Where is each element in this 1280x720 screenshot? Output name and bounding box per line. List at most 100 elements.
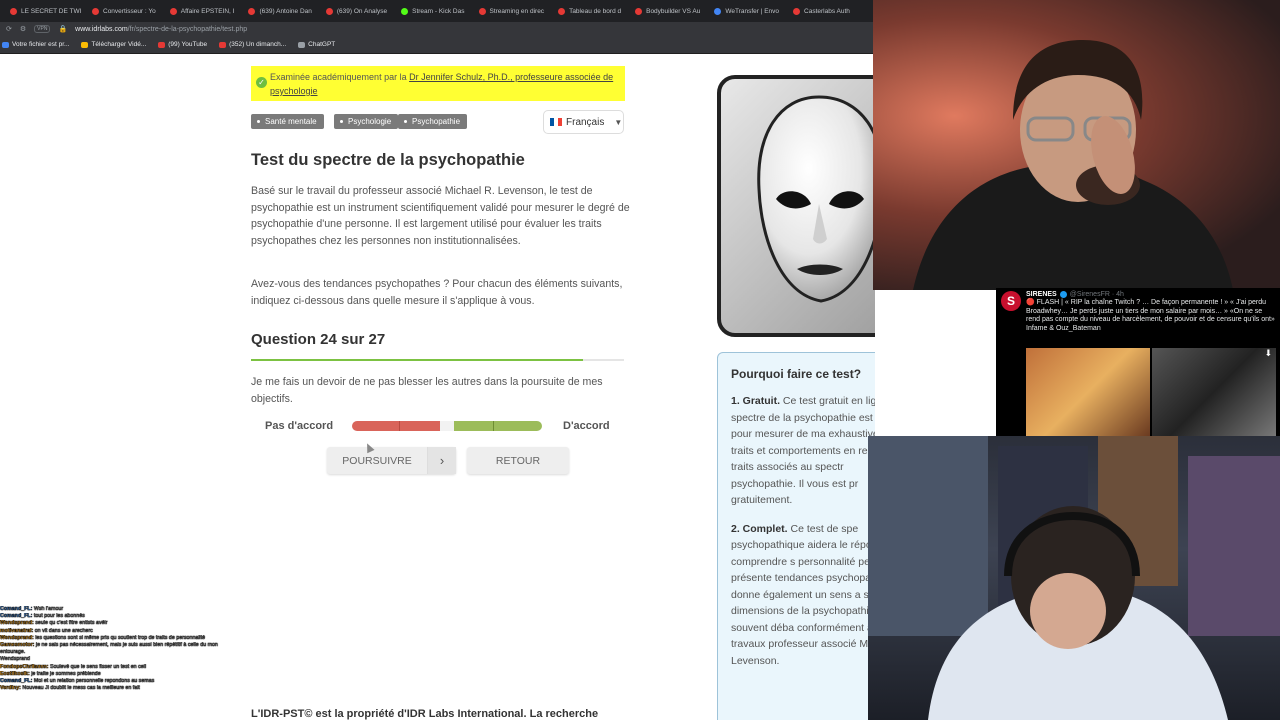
browser-tab[interactable]: WeTransfer | Envo (708, 2, 785, 20)
streamer-silhouette (913, 40, 1233, 290)
likert-scale[interactable] (352, 421, 542, 431)
tag-psychologie[interactable]: Psychologie (334, 114, 399, 129)
favicon-icon (558, 7, 566, 15)
webcam-bottom (868, 436, 1280, 720)
favicon-icon (10, 7, 17, 15)
bookmark-item[interactable]: (352) Un dimanch... (219, 41, 286, 48)
browser-tab[interactable]: Casterlabs Auth (787, 2, 856, 20)
favicon-icon (793, 7, 801, 15)
language-select[interactable]: Français ▼ (543, 110, 624, 134)
browser-tab[interactable]: Bodybuilder VS Au (629, 2, 706, 20)
url-text[interactable]: www.idrlabs.com/fr/spectre-de-la-psychop… (75, 26, 247, 33)
chat-message: entourage. (0, 649, 250, 656)
chat-text: Wendsprand (0, 656, 30, 663)
chat-text: je traite je sommes prébiende (29, 670, 101, 677)
favicon-icon (248, 7, 256, 15)
tag-sante-mentale[interactable]: Santé mentale (251, 114, 324, 129)
bookmark-label: Télécharger Vidé... (91, 41, 147, 48)
browser-tab-label: Bodybuilder VS Au (646, 7, 701, 15)
likert-option-1[interactable] (352, 421, 399, 431)
bookmarks-bar: Votre fichier est pr... Télécharger Vidé.… (0, 36, 875, 54)
chat-text: Wsh l'amour (32, 606, 64, 612)
bookmark-item[interactable]: (99) YouTube (158, 41, 207, 48)
chevron-right-icon: › (427, 447, 456, 474)
tag-psychopathie[interactable]: Psychopathie (398, 114, 468, 129)
favicon-icon (478, 7, 486, 15)
likert-option-2[interactable] (400, 421, 440, 431)
bookmark-item[interactable]: ChatGPT (298, 41, 335, 48)
browser-tab[interactable]: Affaire EPSTEIN, I (164, 2, 241, 20)
progress-bar (251, 359, 624, 361)
browser-tab[interactable]: Stream - Kick Das (395, 2, 470, 20)
favicon-icon (325, 7, 333, 15)
browser-tab-label: Affaire EPSTEIN, I (180, 7, 235, 15)
browser-tab-label: Tableau de bord d (569, 7, 622, 15)
browser-tab-label: (639) Antoine Dan (259, 7, 312, 15)
site-info-icon[interactable]: ⚙ (20, 25, 26, 33)
question-counter: Question 24 sur 27 (251, 331, 386, 348)
browser-tab[interactable]: LE SECRET DE TWI (4, 2, 84, 20)
browser-tab[interactable]: Streaming en direc (473, 2, 551, 20)
continue-label: POURSUIVRE (342, 454, 412, 467)
bookmark-item[interactable]: Votre fichier est pr... (2, 41, 69, 48)
screen: LE SECRET DE TWI Convertisseur : Yo Affair… (0, 0, 1280, 720)
chat-username: Verdiny: (0, 685, 21, 692)
chat-username: Wendsprand: (0, 634, 34, 641)
tweet-avatar: S (1001, 291, 1021, 311)
chat-text: Nouveau Ji doublit le mess cas la meille… (20, 685, 140, 692)
chat-text: on vit dans une arecherc (33, 627, 93, 634)
mask-icon (757, 95, 875, 303)
bookmark-icon (81, 41, 89, 48)
france-flag-icon (550, 118, 562, 126)
language-value: Français (566, 116, 605, 128)
chat-username: motivanatral: (0, 627, 34, 634)
url-path: /fr/spectre-de-la-psychopathie/test.php (127, 25, 248, 33)
chat-username: Comand_FL: (0, 678, 33, 685)
favicon-icon (401, 7, 409, 15)
why-item-complete-text: Ce test de spe psychopathique aidera le … (731, 522, 875, 667)
bookmark-item[interactable]: Télécharger Vidé... (81, 41, 146, 48)
scale-label-agree: D'accord (563, 420, 610, 432)
webcam-top (873, 0, 1280, 290)
chat-text: seule qu c'est fitre entists avéir (33, 620, 108, 627)
browser-tab[interactable]: (639) On Analyse (320, 2, 393, 20)
bookmark-label: (352) Un dimanch... (229, 41, 287, 48)
browser-tab[interactable]: Convertisseur : Yo (86, 2, 162, 20)
review-prefix: Examinée académiquement par la (270, 72, 410, 82)
likert-option-5[interactable] (494, 421, 542, 431)
bookmark-icon (219, 41, 227, 48)
reload-icon[interactable]: ⟳ (6, 25, 12, 33)
why-item-free-heading: 1. Gratuit. (731, 395, 781, 407)
chat-message: Wendsprand: seule qu c'est fitre entists… (0, 620, 250, 627)
browser-tab-label: Casterlabs Auth (804, 7, 850, 15)
address-bar[interactable]: ⟳ ⚙ VPN 🔒 www.idrlabs.com/fr/spectre-de-… (0, 22, 875, 36)
likert-option-neutral[interactable] (440, 421, 454, 431)
browser-tab[interactable]: (639) Antoine Dan (242, 2, 317, 20)
tweet-header: SIRENES @SirenesFR · 4h (1026, 291, 1276, 298)
streamer-silhouette-2 (868, 436, 1280, 720)
chat-text: Soulevé que le sens fisser un test en ce… (48, 663, 147, 670)
chat-text: tout pour les abonnés (32, 613, 85, 620)
browser-tab-label: Streaming en direc (489, 7, 545, 15)
lock-icon: 🔒 (58, 26, 68, 33)
chat-username: Eostilkosik: (0, 670, 30, 677)
arrow-down-icon: ⬇ (1264, 348, 1272, 358)
why-item-complete: 2. Complet. Ce test de spe psychopathiqu… (731, 521, 875, 670)
bookmark-icon (2, 41, 9, 48)
chat-text: je ne sais pas nécessairement, mais je s… (34, 642, 218, 649)
why-item-free: 1. Gratuit. Ce test gratuit en ligne du … (731, 393, 875, 509)
browser-tab-label: Convertisseur : Yo (103, 7, 156, 15)
likert-option-4[interactable] (454, 421, 493, 431)
check-icon: ✓ (256, 77, 267, 88)
browser-tab[interactable]: Tableau de bord d (552, 2, 627, 20)
intro-paragraph: Basé sur le travail du professeur associ… (251, 185, 630, 247)
chat-message: Comand_FL: Wsh l'amour (0, 606, 250, 613)
tweet-image-2 (1152, 348, 1276, 436)
back-button[interactable]: RETOUR (467, 447, 569, 474)
vpn-badge[interactable]: VPN (34, 25, 51, 33)
why-item-free-text: Ce test gratuit en ligne du spectre de l… (731, 395, 875, 506)
continue-button[interactable]: POURSUIVRE › (327, 447, 456, 474)
tweet-overlay: S SIRENES @SirenesFR · 4h 🔴 FLASH | « RI… (996, 288, 1280, 436)
chat-message: Gamesmotor: je ne sais pas nécessairemen… (0, 642, 250, 649)
bookmark-icon (158, 41, 166, 48)
